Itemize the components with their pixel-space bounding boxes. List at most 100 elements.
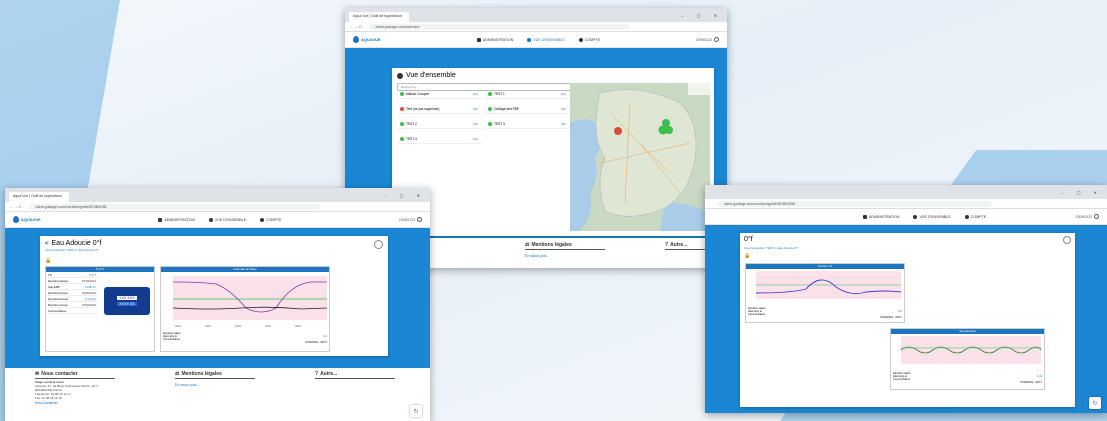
- nav-arrows-icon[interactable]: ← → C: [10, 205, 21, 209]
- address-bar[interactable]: client.guidage.com/monitoring/site/8C9B0…: [705, 199, 1107, 209]
- logo[interactable]: AQUAVUE: [353, 36, 381, 43]
- footer-heading-text: Mentions légales: [531, 242, 572, 248]
- balance-icon: ⚖: [525, 242, 530, 248]
- view-link[interactable]: Voir: [473, 137, 478, 141]
- site-item[interactable]: Ouillage test PBP Voir: [485, 105, 569, 114]
- browser-tab[interactable]: Aqua Vue | Outil de supervision: [9, 192, 69, 202]
- map-marker-ok[interactable]: [665, 126, 673, 134]
- last-date: 07/02/2021 - 09:17: [305, 341, 327, 344]
- fax-text: Fax: 02 98 44 12 18: [35, 396, 62, 400]
- temperature-chart[interactable]: [891, 334, 1046, 372]
- footer-heading-text: Autre...: [670, 242, 688, 248]
- address-bar[interactable]: ← → C client.guidage.com/overview: [345, 22, 727, 32]
- nav-account[interactable]: COMPTE: [578, 37, 600, 42]
- user-icon: [416, 217, 422, 222]
- page-title: 0°f: [744, 236, 753, 243]
- mail-icon: ✉: [35, 371, 40, 377]
- svg-text:06/02: 06/02: [295, 325, 302, 328]
- breadcrumb[interactable]: Vue d'ensemble / TEST 2 / Eau Adoucie 0°…: [740, 246, 1075, 250]
- site-name: TEST 3: [494, 122, 505, 126]
- view-link[interactable]: Voir: [561, 92, 566, 96]
- nav-label: COMPTE: [970, 214, 987, 219]
- nav-account[interactable]: COMPTE: [964, 214, 987, 219]
- chart-panel-intensity: Intensité de l'Eau 02/02 03/02 04/02 05/02 0…: [160, 266, 330, 352]
- status-ok-icon: [400, 122, 404, 126]
- drop-icon: [353, 36, 359, 43]
- row-label: Dernière lecture: [48, 302, 68, 307]
- nav-administration[interactable]: ADMINISTRATION: [158, 217, 195, 222]
- page-title: < Eau Adoucie 0°f: [40, 236, 388, 248]
- nav-account[interactable]: COMPTE: [260, 217, 282, 222]
- site-item[interactable]: TEST 3 Voir: [485, 120, 569, 129]
- nav-label: ADMINISTRATION: [164, 217, 195, 222]
- view-link[interactable]: Voir: [473, 92, 478, 96]
- nav-administration[interactable]: ADMINISTRATION: [476, 37, 513, 42]
- site-item[interactable]: TEST 4 Voir: [397, 135, 481, 144]
- site-item[interactable]: Maison Cosquer Voir: [397, 90, 481, 99]
- page-title: Vue d'ensemble: [392, 68, 714, 83]
- view-link[interactable]: Voir: [561, 107, 566, 111]
- url-field[interactable]: client.guidage.com/overview: [369, 23, 630, 30]
- map-marker-alarm[interactable]: [614, 127, 622, 135]
- browser-tab[interactable]: Aqua Vue | Outil de supervision: [349, 12, 409, 22]
- last-value: 1.04: [1036, 375, 1042, 378]
- window-controls[interactable]: – ▢ ✕: [384, 193, 426, 198]
- site-name: Test (ne pas supprimer): [406, 107, 440, 111]
- browser-tabbar: Aqua Vue | Outil de supervision – ▢ ✕: [345, 8, 727, 22]
- nav-overview[interactable]: VUE D'ENSEMBLE: [913, 214, 951, 219]
- view-link[interactable]: Voir: [473, 107, 478, 111]
- main-nav: ADMINISTRATION VUE D'ENSEMBLE COMPTE: [476, 37, 600, 42]
- logo[interactable]: AQUAVUE: [13, 216, 41, 223]
- detail-card: < Eau Adoucie 0°f Vue d'ensemble / TEST …: [40, 236, 388, 356]
- address-bar[interactable]: ← → C client.guidage.com/monitoring/site…: [5, 202, 430, 212]
- view-link[interactable]: Voir: [473, 122, 478, 126]
- site-item[interactable]: TEST 2 Voir: [397, 120, 481, 129]
- nav-administration[interactable]: ADMINISTRATION: [863, 214, 899, 219]
- hardness-chart[interactable]: [746, 269, 906, 307]
- url-field[interactable]: client.guidage.com/monitoring/site/8C9B0…: [29, 203, 320, 210]
- last-value: 0.0: [323, 335, 327, 338]
- site-name: Maison Cosquer: [406, 92, 430, 96]
- account-icon: [260, 217, 265, 222]
- nav-overview[interactable]: VUE D'ENSEMBLE: [208, 217, 246, 222]
- last-date: 07/02/2021 - 09:17: [1020, 381, 1042, 384]
- window-controls[interactable]: – ▢ ✕: [681, 13, 723, 18]
- site-name: Ouillage test PBP: [494, 107, 519, 111]
- settings-icon[interactable]: [374, 240, 383, 249]
- row-value: 07/02/2021: [82, 278, 96, 283]
- last-date: 07/02/2021 - 09:17: [880, 316, 902, 319]
- main-nav: ADMINISTRATION VUE D'ENSEMBLE COMPTE: [863, 214, 987, 219]
- svg-text:03/02: 03/02: [205, 325, 212, 328]
- breadcrumb[interactable]: Vue d'ensemble / TEST 2 / Eau Adoucie 0°…: [40, 248, 388, 252]
- legal-link[interactable]: En savoir plus...: [525, 254, 605, 258]
- app-navbar: AQUAVUE ADMINISTRATION VUE D'ENSEMBLE CO…: [345, 32, 727, 48]
- nav-label: VUE D'ENSEMBLE: [533, 37, 565, 42]
- france-map[interactable]: [570, 83, 710, 231]
- user-menu[interactable]: DEMO123: [696, 37, 719, 42]
- detail-left-window: Aqua Vue | Outil de supervision – ▢ ✕ ← …: [5, 188, 430, 421]
- user-menu[interactable]: DEMO123: [399, 217, 422, 222]
- user-menu[interactable]: DEMO123: [1076, 214, 1099, 219]
- account-icon: [964, 214, 969, 219]
- intensity-chart[interactable]: 02/02 03/02 04/02 05/02 06/02: [161, 272, 331, 332]
- nav-overview[interactable]: VUE D'ENSEMBLE: [527, 37, 565, 42]
- window-controls[interactable]: – ▢ ✕: [1061, 190, 1103, 195]
- legal-link[interactable]: En savoir plus...: [175, 383, 255, 387]
- view-link[interactable]: Voir: [561, 122, 566, 126]
- site-item[interactable]: TEST 1 Voir: [485, 90, 569, 99]
- measures-panel: TH 0°f TH 0.0 °f Dernière lecture 07/02/20…: [45, 266, 155, 352]
- detail-footer: ✉ Nous contacter Siège social & usine Adr…: [5, 368, 430, 421]
- settings-icon[interactable]: [1063, 236, 1071, 244]
- chart-panel-temperature: Température Dernière valeur Alarme(s) le…: [890, 328, 1045, 390]
- admin-icon: [863, 214, 867, 219]
- nav-arrows-icon[interactable]: ← → C: [350, 25, 361, 29]
- account-icon: [578, 37, 583, 42]
- username: DEMO123: [399, 217, 415, 222]
- url-field[interactable]: client.guidage.com/monitoring/site/8C9B0…: [718, 200, 993, 207]
- nav-label: COMPTE: [266, 217, 282, 222]
- recaptcha-icon[interactable]: ↻: [1089, 397, 1101, 409]
- recaptcha-icon[interactable]: ↻: [410, 405, 422, 417]
- contact-link[interactable]: Nous contacter: [35, 401, 115, 405]
- footer-heading: ? Autre...: [315, 371, 395, 379]
- site-item[interactable]: Test (ne pas supprimer) Voir: [397, 105, 481, 114]
